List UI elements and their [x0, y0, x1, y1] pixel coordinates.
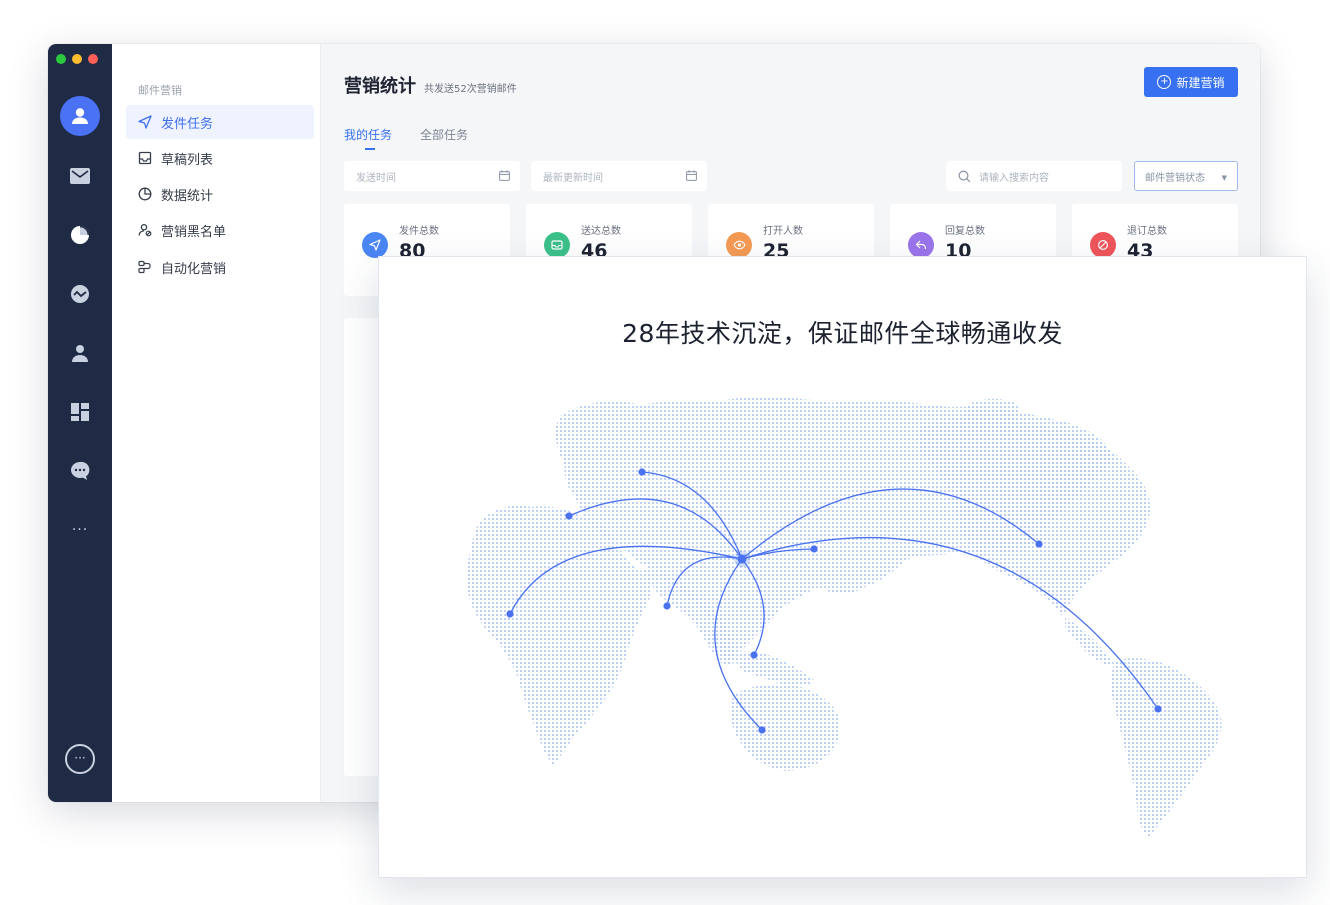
map-region-central-america: [1065, 617, 1115, 666]
calendar-icon: [499, 170, 510, 181]
unsubscribe-icon: [1090, 232, 1116, 258]
route-endpoint: [750, 651, 758, 659]
stat-label: 发件总数: [399, 226, 439, 237]
sidebar: 邮件营销 发件任务 草稿列表 数据统计 营销黑名单 自动化营销: [112, 44, 321, 802]
route-endpoint: [810, 545, 818, 553]
sidebar-item-statistics[interactable]: 数据统计: [126, 177, 314, 211]
route-endpoint: [565, 512, 573, 520]
new-campaign-label: 新建营销: [1176, 75, 1225, 90]
status-select-value: 邮件营销状态: [1145, 172, 1205, 184]
route-endpoint: [506, 610, 514, 618]
sidebar-section-title: 邮件营销: [138, 84, 182, 97]
dashboard-icon[interactable]: [64, 396, 96, 428]
sidebar-item-blacklist[interactable]: 营销黑名单: [126, 213, 314, 247]
pie-chart-icon: [138, 187, 152, 201]
mail-icon[interactable]: [64, 160, 96, 192]
sidebar-item-drafts[interactable]: 草稿列表: [126, 141, 314, 175]
sidebar-item-label: 自动化营销: [161, 261, 227, 277]
send-time-picker[interactable]: 发送时间: [344, 161, 520, 191]
tab-all-tasks[interactable]: 全部任务: [420, 126, 468, 143]
search-placeholder: 请输入搜索内容: [979, 172, 1049, 184]
more-dots-icon[interactable]: ···: [64, 522, 96, 538]
calendar-icon: [686, 170, 697, 181]
sidebar-item-label: 营销黑名单: [161, 224, 227, 240]
blacklist-user-icon: [138, 223, 152, 237]
route-endpoint: [1154, 705, 1162, 713]
global-delivery-card: 28年技术沉淀，保证邮件全球畅通收发: [378, 256, 1307, 878]
window-maximize-button[interactable]: [56, 54, 66, 64]
update-time-picker[interactable]: 最新更新时间: [531, 161, 707, 191]
stat-label: 送达总数: [581, 226, 621, 237]
chat-icon[interactable]: [64, 455, 96, 487]
contacts-icon[interactable]: [64, 337, 96, 369]
send-icon: [362, 232, 388, 258]
sidebar-item-label: 发件任务: [161, 116, 214, 132]
route-endpoint: [663, 602, 671, 610]
sidebar-item-label: 草稿列表: [161, 152, 214, 168]
send-icon: [138, 115, 152, 129]
page-subtitle: 共发送52次营销邮件: [424, 84, 517, 95]
map-region-australia: [729, 683, 840, 771]
world-map-routes: [466, 397, 1222, 837]
stat-label: 退订总数: [1127, 226, 1167, 237]
world-map-dotted: [466, 397, 1222, 837]
window-close-button[interactable]: [88, 54, 98, 64]
send-time-placeholder: 发送时间: [356, 172, 396, 184]
search-icon: [958, 169, 971, 182]
route-endpoint: [1035, 540, 1043, 548]
route-endpoint: [758, 726, 766, 734]
automation-icon: [138, 260, 151, 274]
more-circle-icon[interactable]: ···: [65, 744, 95, 774]
pie-chart-icon[interactable]: [64, 219, 96, 251]
stat-label: 打开人数: [763, 226, 803, 237]
eye-icon: [726, 232, 752, 258]
update-time-placeholder: 最新更新时间: [543, 172, 603, 184]
trend-icon[interactable]: [64, 278, 96, 310]
stat-label: 回复总数: [945, 226, 985, 237]
tab-my-tasks[interactable]: 我的任务: [344, 126, 392, 143]
status-select[interactable]: 邮件营销状态 ▼: [1134, 161, 1238, 191]
dock: ··· ···: [48, 44, 112, 802]
sidebar-item-label: 数据统计: [161, 188, 214, 204]
plus-circle-icon: +: [1157, 75, 1172, 89]
avatar-icon: [72, 108, 88, 124]
new-campaign-button[interactable]: + 新建营销: [1144, 67, 1238, 97]
search-input[interactable]: 请输入搜索内容: [946, 161, 1122, 191]
draft-icon: [138, 151, 152, 165]
tab-active-indicator: [365, 148, 375, 150]
map-region-south-america: [1111, 658, 1222, 837]
route-hub: [737, 554, 747, 564]
page-title: 营销统计: [344, 76, 416, 97]
window-minimize-button[interactable]: [72, 54, 82, 64]
route-endpoint: [638, 468, 646, 476]
inbox-icon: [544, 232, 570, 258]
reply-icon: [908, 232, 934, 258]
sidebar-item-automation[interactable]: 自动化营销: [126, 250, 314, 284]
chevron-down-icon: ▼: [1221, 174, 1227, 182]
map-region-southeast-asia: [734, 651, 815, 686]
sidebar-item-send-tasks[interactable]: 发件任务: [126, 105, 314, 139]
avatar[interactable]: [60, 96, 100, 136]
